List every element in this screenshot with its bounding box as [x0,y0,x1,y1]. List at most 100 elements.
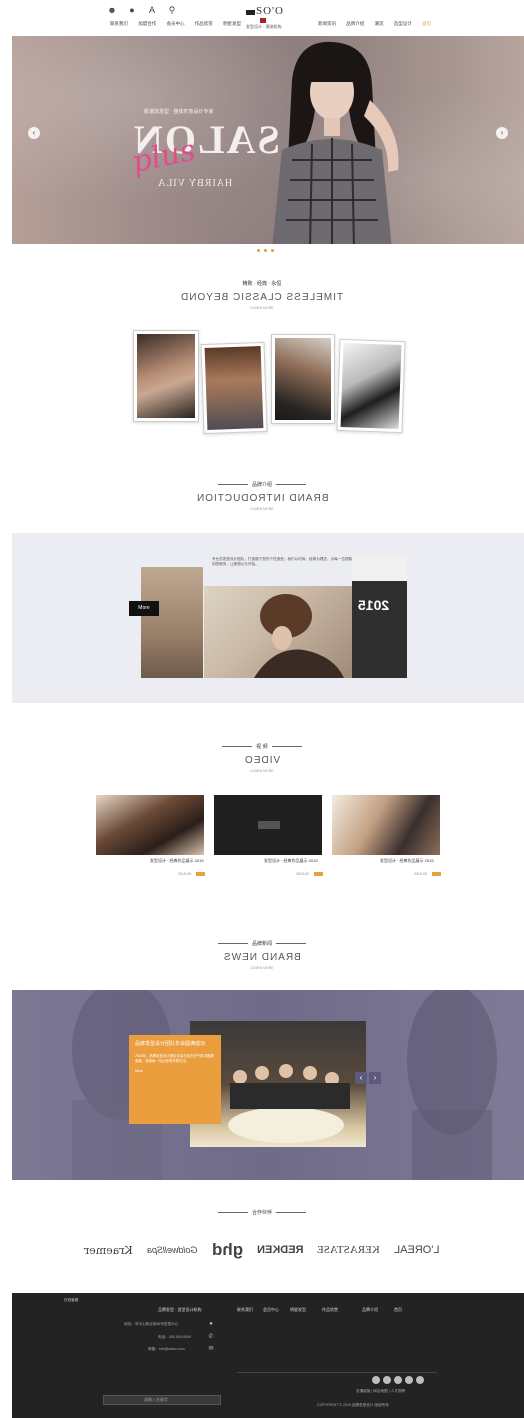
partner-logo[interactable]: ghd [212,1240,243,1260]
video-section-title: 视 频 VIDEO LEARN MORE [0,743,524,773]
bag-icon[interactable]: ● [127,5,137,15]
hero-prev-arrow[interactable]: ‹ [28,127,40,139]
nav-item[interactable]: 作品欣赏 [195,21,213,27]
news-subtitle: 品牌新闻 [251,941,272,947]
video-tiny-label: LEARN MORE [250,769,274,773]
video-date: 2015-03 [296,872,309,876]
nav-item[interactable]: 潮流 [375,21,384,27]
classic-heading: TIMELESS CLASSIC BEYOND [180,292,344,303]
site-header: ☻ ● A ⚲ 联系我们 加盟合作 会员中心 作品欣赏 明星发型 SO'O 发型… [0,0,524,36]
intro-section-title: 品牌介绍 BRAND INTRODUCTION LEARN MORE [0,481,524,511]
intro-salon-logo [352,555,407,581]
classic-photo[interactable] [271,334,335,424]
video-badge-icon [432,872,441,876]
nav-item[interactable]: 会员中心 [167,21,185,27]
news-heading: BRAND NEWS [223,952,301,963]
social-links [372,1376,424,1384]
video-title[interactable]: 发型设计 · 经典作品展示 2015 [380,858,434,864]
language-icon[interactable]: A [147,5,157,15]
pagination-dot[interactable] [271,249,274,252]
video-thumbnail[interactable] [332,795,440,855]
video-badge-icon [314,872,323,876]
video-badge-icon [196,872,205,876]
nav-item[interactable]: 加盟合作 [138,21,156,27]
tencent-icon[interactable] [405,1376,413,1384]
logo-subtitle: 发型设计 · 潮流机构 [246,24,282,29]
intro-left-image [141,567,203,678]
footer-email[interactable]: 邮箱：info@salon.com [148,1347,185,1352]
logo-red-icon [260,18,266,23]
footer-col-heading[interactable]: 作品欣赏 [322,1307,338,1313]
pagination-dot[interactable] [264,249,267,252]
hero-subtitle: HAIRBY VILA [157,178,233,189]
play-icon[interactable] [258,821,280,829]
location-icon: ● [209,1321,213,1327]
classic-photo[interactable] [200,341,268,435]
footer-address: 地址：市中心商业街88号发型中心 [124,1322,179,1326]
video-thumbnail[interactable] [96,795,204,855]
qq-icon[interactable] [394,1376,402,1384]
phone-icon: ✆ [208,1334,214,1340]
footer-badge[interactable]: 在线客服 [64,1298,78,1303]
news-card[interactable]: 品牌发型设计团队年会圆满成功 2015年，品牌发型设计团队年会在欢乐的气氛中圆满… [129,1035,221,1124]
footer-copyright: COPYRIGHT © 2015 品牌发型设计 版权所有 [317,1403,389,1407]
intro-heading: BRAND INTRODUCTION [195,493,329,504]
footer-phone: 电话：400-000-0000 [158,1335,192,1339]
video-date: 2015-03 [414,872,427,876]
footer-links[interactable]: 友情链接 | 网站地图 | 人才招聘 [356,1389,405,1394]
partners-subtitle: 合作伙伴 [251,1210,272,1216]
partners-section-title: 合作伙伴 [0,1209,524,1216]
site-logo[interactable]: SO'O 发型设计 · 潮流机构 [246,5,292,31]
news-next-icon[interactable]: › [369,1072,381,1084]
footer-col-heading[interactable]: 首页 [394,1307,402,1313]
footer-col-heading[interactable]: 明星发型 [290,1307,306,1313]
nav-item[interactable]: 明星发型 [223,21,241,27]
classic-photo[interactable] [336,338,406,434]
nav-left: 联系我们 加盟合作 会员中心 作品欣赏 明星发型 [110,21,250,27]
nav-item[interactable]: 品牌介绍 [346,21,364,27]
partner-logo[interactable]: KERASTASE [317,1244,380,1256]
mail-icon: ✉ [208,1346,214,1352]
pagination-dot[interactable] [257,249,260,252]
news-card-text: 2015年，品牌发型设计团队年会在欢乐的气氛中圆满落幕，感谢每一位伙伴的辛勤付出… [135,1054,214,1063]
news-prev-icon[interactable]: ‹ [355,1072,367,1084]
partner-logo[interactable]: GoldwellSpa [147,1245,198,1255]
share-icon[interactable] [416,1376,424,1384]
footer-divider [237,1372,437,1373]
logo-text: SO'O [256,5,284,17]
footer-company: 品牌发型 · 造型设计机构 [158,1307,202,1312]
news-arrows: ‹ › [355,1072,381,1084]
intro-more-button[interactable]: More [129,601,159,616]
video-title[interactable]: 发型设计 · 经典作品展示 2015 [150,858,204,864]
weibo-icon[interactable] [372,1376,380,1384]
intro-model-image [254,594,344,678]
nav-item[interactable]: 首页 [422,21,431,27]
intro-main-image [204,586,352,678]
search-icon[interactable]: ⚲ [167,5,177,15]
wechat-icon[interactable] [383,1376,391,1384]
partner-logo[interactable]: REDKEN [257,1244,303,1256]
news-card-title[interactable]: 品牌发型设计团队年会圆满成功 [135,1041,215,1048]
classic-photo[interactable] [133,330,199,422]
hero-next-arrow[interactable]: › [496,127,508,139]
nav-item[interactable]: 新闻资讯 [318,21,336,27]
footer-col-heading[interactable]: 联系我们 [237,1307,253,1313]
news-more-link[interactable]: More [135,1069,215,1073]
partner-logo[interactable]: L'OREAL [394,1244,440,1256]
footer-col-heading[interactable]: 会员中心 [263,1307,279,1313]
footer-col-heading[interactable]: 品牌介绍 [362,1307,378,1313]
footer-search-input[interactable]: 请输入关键字 [103,1395,221,1405]
header-icons: ☻ ● A ⚲ [107,5,177,15]
video-thumbnail[interactable] [214,795,322,855]
partner-logo[interactable]: Kraemer [84,1244,133,1257]
nav-item[interactable]: 造型设计 [394,21,412,27]
nav-item[interactable]: 联系我们 [110,21,128,27]
video-heading: VIDEO [243,755,281,766]
user-icon[interactable]: ☻ [107,5,117,15]
video-title[interactable]: 发型设计 · 经典作品展示 2015 [264,858,318,864]
intro-tiny-label: LEARN MORE [250,507,274,511]
classic-section-title: 精致 · 经典 · 永恒 TIMELESS CLASSIC BEYOND LEA… [0,280,524,310]
hero-slider: 新潮流发型 · 整体形象设计专家 SALON plus HAIRBY VILA … [12,36,524,244]
partner-logos: Kraemer GoldwellSpa ghd REDKEN KERASTASE… [0,1240,524,1260]
video-date: 2015-03 [178,872,191,876]
